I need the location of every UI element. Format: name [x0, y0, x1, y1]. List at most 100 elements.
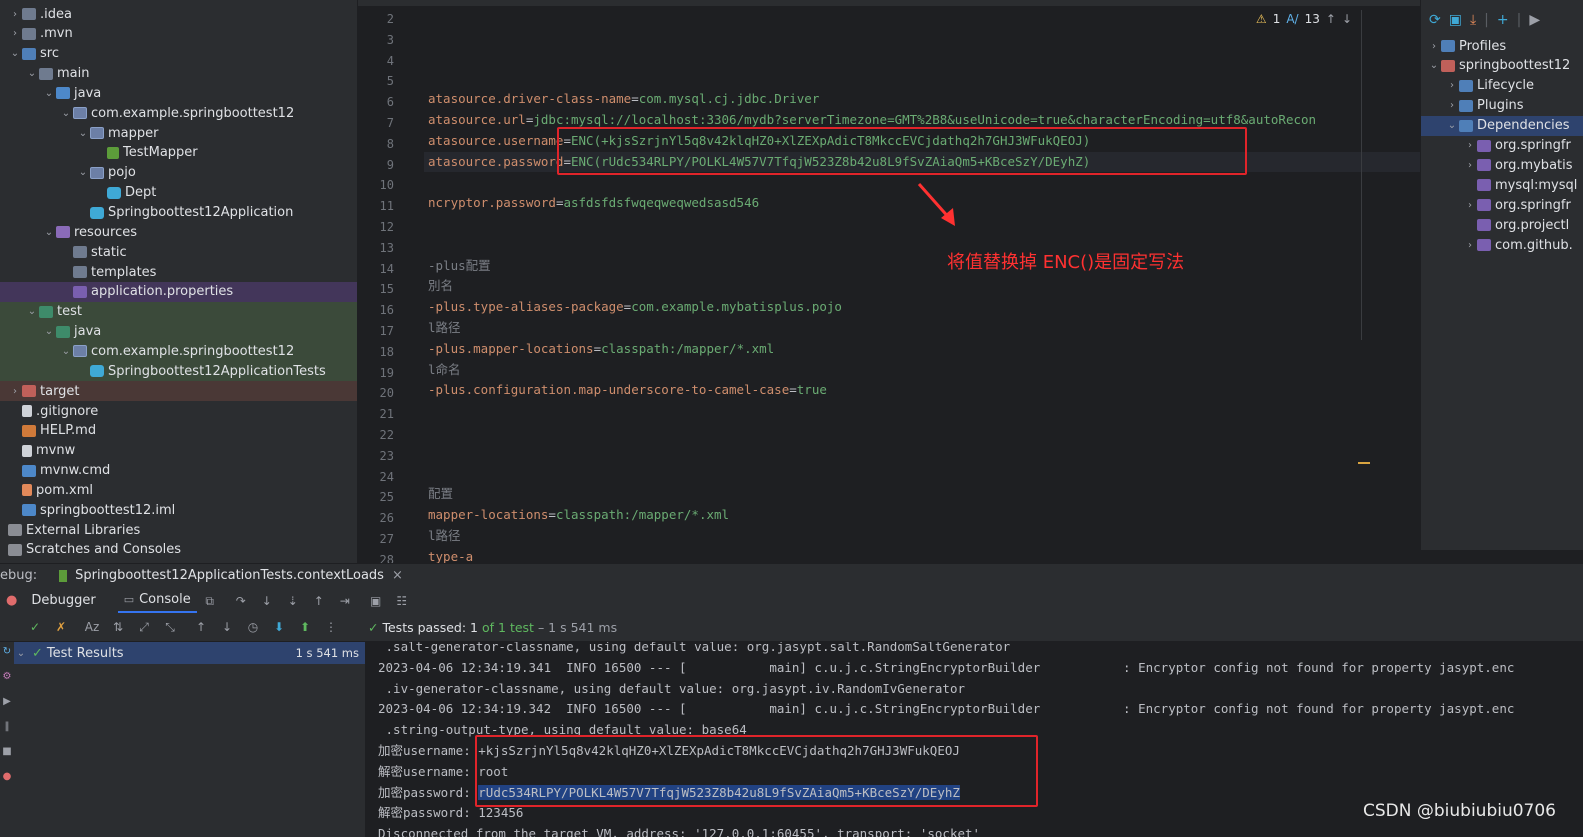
code-line[interactable]: l路径	[428, 526, 461, 546]
tree-arrow-icon[interactable]: ⌄	[1445, 120, 1459, 131]
maven-tree-item[interactable]: › org.mybatis	[1421, 155, 1583, 175]
code-line[interactable]: type-a	[428, 547, 473, 563]
download-icon[interactable]: ⤓	[1470, 12, 1476, 28]
code-line[interactable]: -plus.configuration.map-underscore-to-ca…	[428, 380, 827, 400]
prev-highlight-icon[interactable]: ↑	[1326, 12, 1336, 26]
expand-all-icon[interactable]: ⤢	[136, 620, 152, 634]
tree-arrow-icon[interactable]: ⌄	[59, 108, 73, 119]
tree-arrow-icon[interactable]: ›	[8, 9, 22, 20]
sort-duration-icon[interactable]: ⇅	[110, 620, 126, 634]
tree-item[interactable]: ⌄ main	[0, 64, 357, 84]
tree-item[interactable]: mvnw	[0, 441, 357, 461]
maven-tree-item[interactable]: › org.springfr	[1421, 195, 1583, 215]
reload-icon[interactable]: ⟳	[1429, 12, 1441, 28]
tree-item[interactable]: ⌄ src	[0, 44, 357, 64]
frames-icon[interactable]: ☷	[394, 594, 410, 608]
tree-item[interactable]: ⌄ pojo	[0, 163, 357, 183]
tree-arrow-icon[interactable]: ›	[1445, 100, 1459, 111]
tree-item[interactable]: TestMapper	[0, 143, 357, 163]
tree-arrow-icon[interactable]: ⌄	[25, 306, 39, 317]
tree-item[interactable]: mvnw.cmd	[0, 461, 357, 481]
code-line[interactable]: -plus.mapper-locations=classpath:/mapper…	[428, 339, 774, 359]
tree-item[interactable]: ⌄ mapper	[0, 123, 357, 143]
more-options-icon[interactable]: ⋮	[323, 620, 339, 634]
tree-item[interactable]: ⌄ java	[0, 321, 357, 342]
tree-item[interactable]: templates	[0, 262, 357, 282]
tree-arrow-icon[interactable]: ⌄	[42, 88, 56, 99]
stop-small-icon[interactable]: ■	[2, 746, 11, 757]
inspection-widget[interactable]: ⚠ 1 A/ 13 ↑ ↓	[1256, 12, 1352, 26]
force-step-into-icon[interactable]: ⇣	[285, 594, 301, 608]
next-failed-icon[interactable]: ↓	[219, 620, 235, 634]
debug-session-tab[interactable]: Springboottest12ApplicationTests.context…	[75, 568, 384, 583]
editor-tabs[interactable]	[358, 0, 1420, 6]
tree-item[interactable]: › target	[0, 381, 357, 402]
code-line[interactable]: mapper-locations=classpath:/mapper/*.xml	[428, 505, 729, 525]
tree-arrow-icon[interactable]: ›	[1463, 240, 1477, 251]
restore-layout-icon[interactable]: ⧉	[202, 594, 218, 608]
tree-item[interactable]: › .mvn	[0, 24, 357, 44]
tab-console[interactable]: ▭ Console	[117, 588, 197, 613]
add-icon[interactable]: +	[1497, 12, 1509, 28]
tab-debugger[interactable]: Debugger	[31, 593, 95, 608]
tree-item[interactable]: ⌄ com.example.springboottest12	[0, 341, 357, 362]
tree-item[interactable]: › .idea	[0, 4, 357, 24]
tree-item[interactable]: ›External Libraries	[0, 520, 357, 540]
show-ignored-icon[interactable]: ✗	[53, 620, 69, 634]
console-line[interactable]: 2023-04-06 12:34:19.341 INFO 16500 --- […	[378, 657, 1514, 678]
code-line[interactable]: l路径	[428, 318, 461, 338]
tree-arrow-icon[interactable]: ⌄	[1427, 60, 1441, 71]
code-line[interactable]: l命名	[428, 360, 461, 380]
evaluate-icon[interactable]: ▣	[368, 594, 384, 608]
stop-icon[interactable]: ●	[6, 593, 17, 608]
breakpoint-icon[interactable]: ●	[3, 771, 12, 782]
step-over-icon[interactable]: ↷	[233, 594, 249, 608]
tree-arrow-icon[interactable]: ⌄	[76, 167, 90, 178]
tree-item[interactable]: ⌄ com.example.springboottest12	[0, 103, 357, 123]
code-line[interactable]: -plus配置	[428, 256, 491, 276]
tree-item[interactable]: .gitignore	[0, 401, 357, 421]
settings-icon[interactable]: ⚙	[3, 671, 12, 682]
collapse-all-icon[interactable]: ⤡	[162, 620, 178, 634]
maven-tree-item[interactable]: › Plugins	[1421, 96, 1583, 116]
maven-tree-item[interactable]: › Lifecycle	[1421, 76, 1583, 96]
pause-icon[interactable]: ‖	[5, 721, 10, 732]
maven-tree-item[interactable]: › org.springfr	[1421, 136, 1583, 156]
tree-arrow-icon[interactable]: ⌄	[42, 227, 56, 238]
maven-tree-item[interactable]: mysql:mysql	[1421, 175, 1583, 195]
tree-arrow-icon[interactable]: ›	[8, 386, 22, 397]
tree-item[interactable]: static	[0, 242, 357, 262]
tree-item[interactable]: ⌄ resources	[0, 222, 357, 242]
code-line[interactable]: 配置	[428, 484, 453, 504]
prev-failed-icon[interactable]: ↑	[193, 620, 209, 634]
rerun-icon[interactable]: ↻	[3, 646, 11, 657]
tree-item[interactable]: Dept	[0, 183, 357, 203]
editor[interactable]: 2 3 4 5 6 7 8 9 10 11 12 13 14 15 16 17 18 19 20 21 22 23 24 25…	[358, 0, 1420, 563]
step-into-icon[interactable]: ↓	[259, 594, 275, 608]
tree-arrow-icon[interactable]: ›	[1463, 200, 1477, 211]
maven-tree-item[interactable]: › Profiles	[1421, 36, 1583, 56]
run-icon[interactable]: ▶	[1529, 12, 1540, 28]
scrollbar-track[interactable]	[1361, 10, 1362, 340]
history-icon[interactable]: ◷	[245, 620, 261, 634]
tree-arrow-icon[interactable]: ›	[1445, 80, 1459, 91]
run-to-cursor-icon[interactable]: ⇥	[337, 594, 353, 608]
code-line[interactable]: 別名	[428, 276, 453, 296]
expand-arrow-icon[interactable]: ⌄	[14, 648, 28, 659]
tree-item[interactable]: ⌄ test	[0, 301, 357, 322]
maven-tree-item[interactable]: ⌄ springboottest12	[1421, 56, 1583, 76]
tree-arrow-icon[interactable]: ⌄	[25, 68, 39, 79]
tree-arrow-icon[interactable]: ⌄	[8, 48, 22, 59]
tree-arrow-icon[interactable]: ›	[8, 28, 22, 39]
tree-arrow-icon[interactable]: ⌄	[76, 128, 90, 139]
console-line[interactable]: Disconnected from the target VM, address…	[378, 823, 980, 837]
close-session-button[interactable]: ×	[392, 568, 403, 583]
next-highlight-icon[interactable]: ↓	[1342, 12, 1352, 26]
tree-arrow-icon[interactable]: ⌄	[59, 346, 73, 357]
maven-tree-item[interactable]: ⌄ Dependencies	[1421, 115, 1583, 136]
tree-arrow-icon[interactable]: ›	[1463, 140, 1477, 151]
test-results-row[interactable]: ⌄ ✓ Test Results 1 s 541 ms	[14, 642, 365, 664]
resume-icon[interactable]: ▶	[3, 696, 11, 707]
console-line[interactable]: .salt-generator-classname, using default…	[378, 642, 1011, 657]
tree-item[interactable]: springboottest12.iml	[0, 500, 357, 520]
